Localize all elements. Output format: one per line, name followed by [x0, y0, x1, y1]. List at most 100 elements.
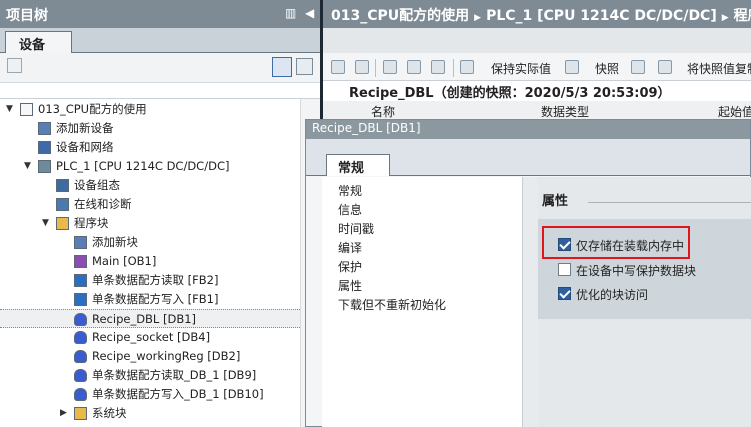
dialog-tabstrip: 常规: [306, 139, 750, 176]
tree-item[interactable]: ▼ 013_CPU配方的使用: [0, 100, 300, 119]
load-start-values-icon[interactable]: [658, 60, 672, 74]
tree-item-label: 在线和诊断: [74, 197, 132, 211]
breadcrumb-item-program-blocks[interactable]: 程序块: [734, 8, 751, 24]
breadcrumb-item-plc[interactable]: PLC_1 [CPU 1214C DC/DC/DC]: [486, 8, 717, 24]
add-block-icon: [74, 236, 87, 249]
tab-general[interactable]: 常规: [326, 154, 390, 176]
column-header-start-value[interactable]: 起始值: [718, 103, 751, 120]
tree-item[interactable]: 添加新设备: [0, 119, 300, 138]
breadcrumb-item-project[interactable]: 013_CPU配方的使用: [331, 8, 469, 24]
tree-item[interactable]: Recipe_DBL [DB1]: [0, 309, 300, 328]
section-title-attributes: 属性: [542, 194, 569, 209]
db-block-icon: [74, 350, 87, 363]
breadcrumb: 013_CPU配方的使用 ▶ PLC_1 [CPU 1214C DC/DC/DC] ▶…: [323, 0, 751, 28]
project-doc-icon: [20, 103, 33, 116]
nav-item-protection[interactable]: 保护: [338, 258, 362, 275]
tree-item[interactable]: ▼ 程序块: [0, 214, 300, 233]
tree-item-label: 添加新块: [92, 235, 138, 249]
breadcrumb-separator-icon: ▶: [474, 13, 482, 23]
tree-item[interactable]: 设备组态: [0, 176, 300, 195]
db-block-icon: [74, 331, 87, 344]
new-item-icon[interactable]: [7, 58, 22, 73]
tree-item[interactable]: 在线和诊断: [0, 195, 300, 214]
tree-item-label: Recipe_DBL [DB1]: [92, 312, 197, 326]
checkbox-write-protect[interactable]: [558, 263, 571, 276]
nav-item-download-without-reinit[interactable]: 下载但不重新初始化: [338, 296, 446, 313]
tree-item-label: 设备和网络: [56, 140, 114, 154]
tree-item-label: 程序块: [74, 216, 109, 230]
plc-icon: [38, 160, 51, 173]
tree-item-label: 单条数据配方读取 [FB2]: [92, 273, 219, 287]
add-device-icon: [38, 122, 51, 135]
tree-item[interactable]: Recipe_workingReg [DB2]: [0, 347, 300, 366]
dialog-nav-scrollbar[interactable]: [522, 177, 538, 427]
copy-snapshot-button[interactable]: 将快照值复制: [687, 60, 751, 77]
export-icon[interactable]: [296, 58, 313, 75]
snapshot-icon[interactable]: [565, 60, 579, 74]
expand-toggle-down-icon[interactable]: ▼: [24, 157, 31, 176]
expand-toggle-down-icon[interactable]: ▼: [42, 214, 49, 233]
glasses-icon[interactable]: [460, 60, 474, 74]
ob-block-icon: [74, 255, 87, 268]
tree-item[interactable]: 单条数据配方写入_DB_1 [DB10]: [0, 385, 300, 404]
tree-item[interactable]: 单条数据配方读取_DB_1 [DB9]: [0, 366, 300, 385]
tree-item-label: 单条数据配方写入_DB_1 [DB10]: [92, 387, 264, 401]
db-block-icon: [74, 369, 87, 382]
nav-item-timestamp[interactable]: 时间戳: [338, 220, 374, 237]
column-header-datatype[interactable]: 数据类型: [541, 103, 589, 120]
monitor-icon[interactable]: [383, 60, 397, 74]
project-tree-title: 项目树: [6, 8, 48, 24]
tab-devices[interactable]: 设备: [5, 31, 72, 54]
project-tree-toolbar: [0, 53, 322, 83]
editor-toolbar: 保持实际值 快照 将快照值复制: [323, 53, 751, 81]
tree-item[interactable]: ▶ 系统块: [0, 404, 300, 423]
tree-item-label: 单条数据配方读取_DB_1 [DB9]: [92, 368, 257, 382]
fb-block-icon: [74, 293, 87, 306]
tree-item-label: 013_CPU配方的使用: [38, 102, 147, 116]
keep-actual-values-button[interactable]: 保持实际值: [491, 60, 551, 77]
collapse-all-icon[interactable]: [431, 60, 445, 74]
tree-item-label: PLC_1 [CPU 1214C DC/DC/DC]: [56, 159, 230, 173]
nav-item-compile[interactable]: 编译: [338, 239, 362, 256]
tree-item[interactable]: ▼ PLC_1 [CPU 1214C DC/DC/DC]: [0, 157, 300, 176]
annotation-highlight-box: [542, 226, 690, 259]
network-icon: [38, 141, 51, 154]
dialog-title[interactable]: Recipe_DBL [DB1]: [306, 120, 750, 139]
overview-view-icon[interactable]: [272, 57, 292, 77]
project-tree-tabbar: 设备: [0, 28, 322, 54]
tree-item[interactable]: 单条数据配方写入 [FB1]: [0, 290, 300, 309]
tree-header-divider: [0, 98, 322, 99]
snapshot-button[interactable]: 快照: [595, 60, 619, 77]
tree-item[interactable]: 单条数据配方读取 [FB2]: [0, 271, 300, 290]
add-row-icon[interactable]: [355, 60, 369, 74]
dock-toggle-icon[interactable]: ▥: [285, 6, 296, 20]
insert-row-icon[interactable]: [331, 60, 345, 74]
tree-item[interactable]: Recipe_socket [DB4]: [0, 328, 300, 347]
db-block-icon: [74, 313, 87, 326]
tree-item[interactable]: Main [OB1]: [0, 252, 300, 271]
folder-icon: [56, 217, 69, 230]
toolbar-separator: [375, 59, 376, 77]
expand-toggle-down-icon[interactable]: ▼: [6, 100, 13, 119]
tree-item-label: 单条数据配方写入 [FB1]: [92, 292, 219, 306]
column-header-name[interactable]: 名称: [371, 103, 395, 120]
tree-item[interactable]: 设备和网络: [0, 138, 300, 157]
copy-snapshot-icon[interactable]: [631, 60, 645, 74]
dialog-content: 属性 仅存储在装载内存中 在设备中写保护数据块 优化的块访问: [538, 177, 751, 427]
expand-all-icon[interactable]: [407, 60, 421, 74]
project-tree-title-bar: 项目树 ▥ ◀: [0, 0, 322, 28]
nav-item-info[interactable]: 信息: [338, 201, 362, 218]
label-optimized-access: 优化的块访问: [576, 288, 649, 302]
nav-item-general[interactable]: 常规: [338, 182, 362, 199]
label-write-protect: 在设备中写保护数据块: [576, 264, 697, 278]
expand-toggle-right-icon[interactable]: ▶: [60, 404, 67, 423]
tree-item-label: 设备组态: [74, 178, 120, 192]
table-header: 名称 数据类型 起始值: [323, 101, 751, 120]
diagnostics-icon: [56, 198, 69, 211]
device-config-icon: [56, 179, 69, 192]
tree-item[interactable]: 添加新块: [0, 233, 300, 252]
dialog-nav-list: 常规 信息 时间戳 编译 保护 属性 下载但不重新初始化: [322, 177, 522, 427]
checkbox-optimized-access[interactable]: [558, 287, 571, 300]
collapse-left-icon[interactable]: ◀: [305, 6, 314, 20]
nav-item-attributes[interactable]: 属性: [338, 277, 362, 294]
